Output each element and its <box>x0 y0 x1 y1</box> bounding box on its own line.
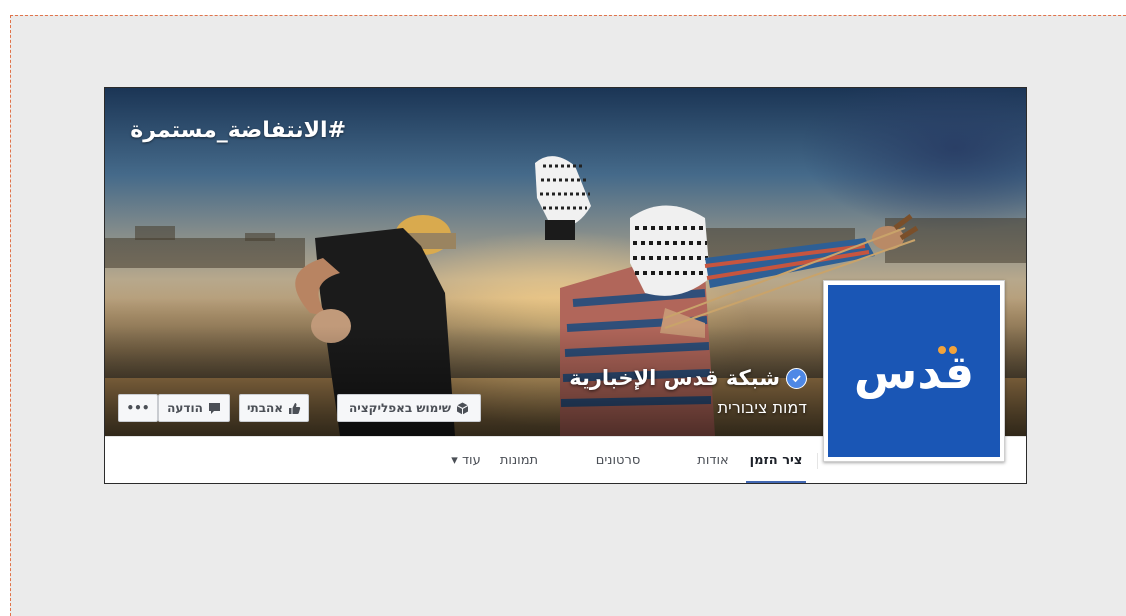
tab-timeline-label: ציר הזמן <box>749 453 803 468</box>
cover-hashtag: #الانتفاضة_مستمرة <box>130 118 346 143</box>
profile-picture[interactable]: قدس <box>823 280 1005 462</box>
thumbs-up-icon <box>288 402 301 415</box>
tab-more[interactable]: עוד ▾ <box>441 437 491 483</box>
tab-about-label: אודות <box>697 453 729 468</box>
app-cube-icon <box>456 402 469 415</box>
tab-more-label: עוד ▾ <box>451 453 481 468</box>
qds-logo-mark: قدس <box>854 345 974 399</box>
tab-photos[interactable]: תמונות <box>487 437 551 483</box>
verified-check-icon <box>786 367 807 389</box>
tab-separator <box>817 453 818 469</box>
more-options-label: ••• <box>126 401 150 415</box>
tab-videos[interactable]: סרטונים <box>585 437 651 483</box>
tab-videos-label: סרטונים <box>595 453 641 468</box>
page-name-text: شبكة قدس الإخبارية <box>569 366 780 390</box>
speech-bubble-icon <box>208 402 221 415</box>
message-label: הודעה <box>167 401 203 415</box>
page-category: דמות ציבורית <box>717 398 807 417</box>
tab-photos-label: תמונות <box>499 453 539 468</box>
facebook-page-header: #الانتفاضة_مستمرة شبكة قدس الإخبارية דמו… <box>104 87 1027 484</box>
page-name[interactable]: شبكة قدس الإخبارية <box>569 366 807 390</box>
use-app-label: שימוש באפליקציה <box>349 401 451 415</box>
use-app-button[interactable]: שימוש באפליקציה <box>337 394 481 422</box>
message-button[interactable]: הודעה <box>158 394 230 422</box>
like-button[interactable]: אהבתי <box>239 394 309 422</box>
qds-logo-text: قدس <box>854 345 974 399</box>
tab-timeline[interactable]: ציר הזמן <box>746 437 806 483</box>
qds-logo: قدس <box>828 285 1000 457</box>
more-options-button[interactable]: ••• <box>118 394 158 422</box>
like-label: אהבתי <box>246 401 284 415</box>
tab-about[interactable]: אודות <box>685 437 741 483</box>
